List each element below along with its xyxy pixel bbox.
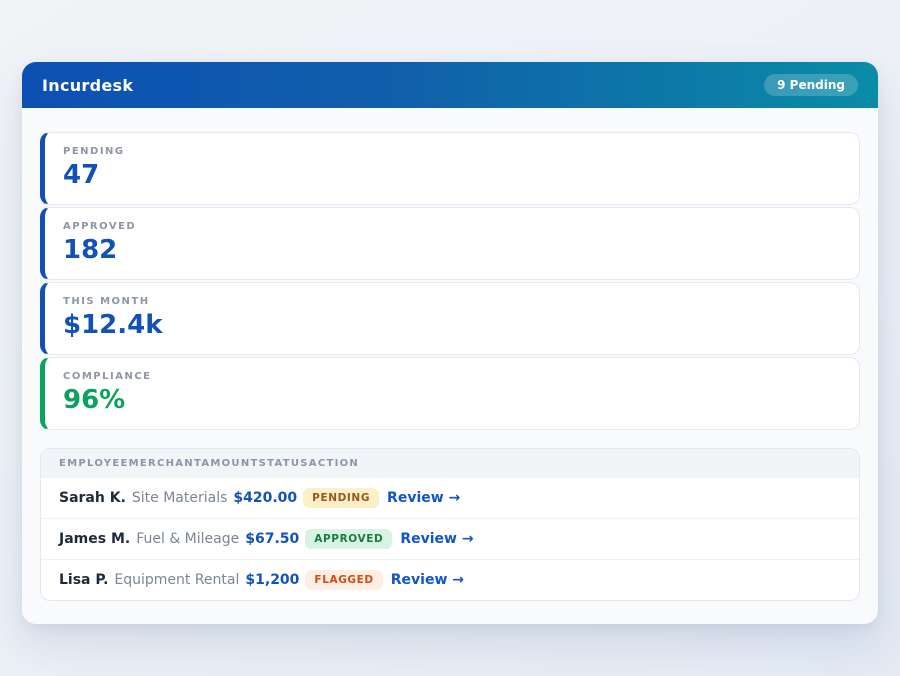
employee-name: James M. (59, 531, 130, 547)
table-row: James M. Fuel & Mileage $67.50 APPROVED … (41, 518, 859, 559)
column-header-amount: AMOUNT (201, 458, 258, 469)
stat-label: PENDING (63, 146, 841, 157)
main-panel: PENDING 47 APPROVED 182 THIS MONTH $12.4… (22, 108, 878, 624)
review-link[interactable]: Review → (391, 572, 464, 588)
stat-label: APPROVED (63, 221, 841, 232)
stat-value: 96% (63, 387, 841, 414)
app-title: Incurdesk (42, 76, 133, 95)
column-header-status: STATUS (259, 458, 309, 469)
stat-label: THIS MONTH (63, 296, 841, 307)
stat-card-approved: APPROVED 182 (40, 207, 860, 280)
table-row: Lisa P. Equipment Rental $1,200 FLAGGED … (41, 559, 859, 600)
employee-name: Sarah K. (59, 490, 126, 506)
stat-card-pending: PENDING 47 (40, 132, 860, 205)
amount-value: $1,200 (245, 572, 299, 588)
expense-table: EMPLOYEEMERCHANTAMOUNTSTATUSACTION Sarah… (40, 448, 860, 601)
app-header: Incurdesk 9 Pending (22, 62, 878, 108)
employee-name: Lisa P. (59, 572, 108, 588)
table-header-row: EMPLOYEEMERCHANTAMOUNTSTATUSACTION (41, 449, 859, 477)
stat-value: 182 (63, 237, 841, 264)
status-badge: APPROVED (305, 529, 392, 549)
stat-label: COMPLIANCE (63, 371, 841, 382)
column-header-employee: EMPLOYEE (59, 458, 129, 469)
app-window: Incurdesk 9 Pending PENDING 47 APPROVED … (22, 62, 878, 624)
stats-list: PENDING 47 APPROVED 182 THIS MONTH $12.4… (40, 132, 860, 430)
column-header-merchant: MERCHANT (129, 458, 202, 469)
merchant-name: Site Materials (132, 490, 228, 506)
table-row: Sarah K. Site Materials $420.00 PENDING … (41, 477, 859, 518)
stat-value: 47 (63, 162, 841, 189)
amount-value: $420.00 (233, 490, 297, 506)
amount-value: $67.50 (245, 531, 299, 547)
merchant-name: Equipment Rental (114, 572, 239, 588)
merchant-name: Fuel & Mileage (136, 531, 239, 547)
status-badge: FLAGGED (305, 570, 382, 590)
review-link[interactable]: Review → (387, 490, 460, 506)
status-badge: PENDING (303, 488, 379, 508)
review-link[interactable]: Review → (400, 531, 473, 547)
stat-card-this-month: THIS MONTH $12.4k (40, 282, 860, 355)
column-header-action: ACTION (309, 458, 359, 469)
pending-count-badge: 9 Pending (764, 74, 858, 96)
stat-card-compliance: COMPLIANCE 96% (40, 357, 860, 430)
stat-value: $12.4k (63, 312, 841, 339)
